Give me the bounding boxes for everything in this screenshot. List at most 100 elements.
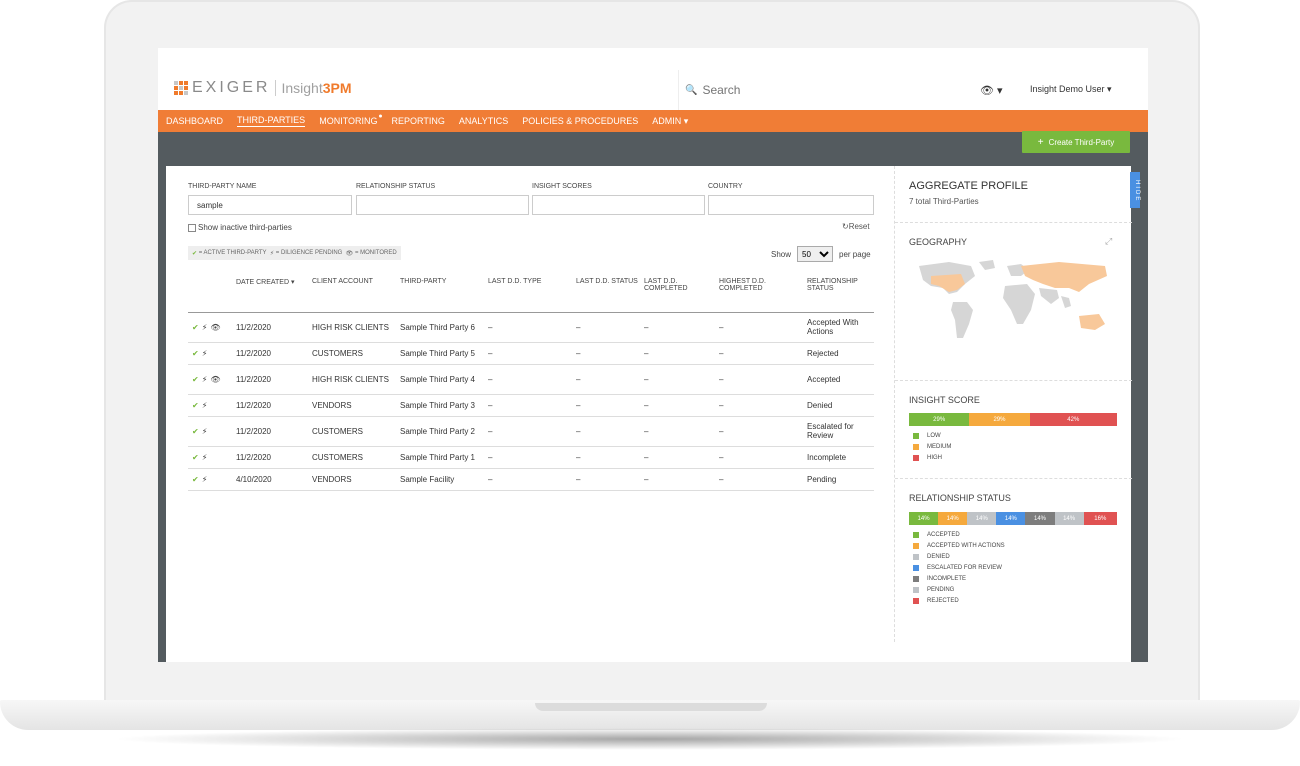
cell-third-party[interactable]: Sample Facility bbox=[400, 468, 488, 491]
header-client-account[interactable]: CLIENT ACCOUNT bbox=[312, 272, 400, 313]
check-circle-icon: ✔ bbox=[192, 374, 199, 384]
cell-third-party[interactable]: Sample Third Party 2 bbox=[400, 416, 488, 447]
nav-reporting[interactable]: REPORTING bbox=[392, 116, 445, 126]
hide-panel-tab[interactable]: HIDE bbox=[1130, 172, 1140, 208]
legend-monitored: = MONITORED bbox=[354, 250, 397, 256]
cell-third-party[interactable]: Sample Third Party 5 bbox=[400, 342, 488, 365]
plus-icon: + bbox=[1037, 136, 1044, 148]
bolt-icon: ⚡︎ bbox=[201, 400, 208, 410]
refresh-icon: ↻ bbox=[842, 222, 849, 231]
cell-highest: – bbox=[719, 312, 807, 343]
status-segment-incomplete[interactable]: 14% bbox=[1025, 512, 1055, 525]
create-third-party-button[interactable]: + Create Third-Party bbox=[1022, 131, 1130, 153]
status-segment-accepted-actions[interactable]: 14% bbox=[938, 512, 968, 525]
cell-dd-completed: – bbox=[644, 394, 719, 417]
cell-status: Accepted With Actions bbox=[807, 312, 874, 343]
cell-date: 11/2/2020 bbox=[236, 394, 312, 417]
table-row[interactable]: ✔ ⚡︎ 👁 11/2/2020 HIGH RISK CLIENTS Sample … bbox=[188, 312, 874, 343]
cell-third-party[interactable]: Sample Third Party 4 bbox=[400, 364, 488, 395]
header-icons bbox=[188, 272, 236, 313]
relationship-status-bar: 14% 14% 14% 14% 14% 14% 16% bbox=[909, 512, 1117, 525]
aggregate-profile-panel: AGGREGATE PROFILE 7 total Third-Parties … bbox=[894, 166, 1140, 642]
nav-admin[interactable]: ADMIN ▾ bbox=[652, 116, 688, 127]
table-row[interactable]: ✔ ⚡︎ 👁 11/2/2020 HIGH RISK CLIENTS Sample … bbox=[188, 364, 874, 395]
status-segment-rejected[interactable]: 16% bbox=[1083, 512, 1117, 525]
swatch bbox=[913, 454, 919, 461]
cell-dd-type: – bbox=[488, 394, 576, 417]
nav-dashboard[interactable]: DASHBOARD bbox=[166, 116, 223, 126]
reset-button[interactable]: ↻Reset bbox=[842, 222, 870, 231]
insight-legend: LOW MEDIUM HIGH bbox=[913, 430, 951, 463]
header-relationship-status[interactable]: RELATIONSHIP STATUS bbox=[807, 272, 874, 313]
nav-policies[interactable]: POLICIES & PROCEDURES bbox=[522, 116, 638, 126]
app-screen: EXIGER Insight3PM 🔍 👁 ▾ Insight Demo Use… bbox=[158, 48, 1148, 662]
legend-item: LOW bbox=[913, 430, 951, 441]
search-input[interactable] bbox=[702, 83, 943, 97]
search-box: 🔍 bbox=[678, 70, 958, 110]
status-filter-input[interactable] bbox=[356, 195, 529, 215]
table-header-row: DATE CREATED ▾ CLIENT ACCOUNT THIRD-PART… bbox=[188, 272, 874, 313]
table-row[interactable]: ✔ ⚡︎ 11/2/2020 CUSTOMERS Sample Third Par… bbox=[188, 416, 874, 447]
cell-dd-completed: – bbox=[644, 446, 719, 469]
cell-dd-status: – bbox=[576, 416, 644, 447]
table-row[interactable]: ✔ ⚡︎ 11/2/2020 CUSTOMERS Sample Third Par… bbox=[188, 342, 874, 365]
world-map[interactable] bbox=[909, 258, 1117, 348]
header-last-dd-completed[interactable]: LAST D.D. COMPLETED bbox=[644, 272, 719, 313]
insight-segment-high[interactable]: 42% bbox=[1029, 413, 1117, 426]
cell-dd-type: – bbox=[488, 446, 576, 469]
cell-third-party[interactable]: Sample Third Party 6 bbox=[400, 312, 488, 343]
nav-monitoring[interactable]: MONITORING ● bbox=[319, 113, 382, 126]
swatch bbox=[913, 575, 919, 582]
caret-down-icon: ▾ bbox=[997, 85, 1003, 97]
nav-third-parties[interactable]: THIRD-PARTIES bbox=[237, 115, 306, 127]
swatch bbox=[913, 564, 919, 571]
row-icons: ✔ ⚡︎ bbox=[188, 468, 236, 491]
header-last-dd-status[interactable]: LAST D.D. STATUS bbox=[576, 272, 644, 313]
cell-dd-completed: – bbox=[644, 342, 719, 365]
insight-segment-medium[interactable]: 29% bbox=[969, 413, 1030, 426]
cell-account: HIGH RISK CLIENTS bbox=[312, 364, 400, 395]
per-page-select[interactable]: 50 bbox=[797, 246, 834, 262]
header-date-created[interactable]: DATE CREATED ▾ bbox=[236, 272, 312, 313]
cell-dd-status: – bbox=[576, 364, 644, 395]
header-third-party[interactable]: THIRD-PARTY bbox=[400, 272, 488, 313]
insight-segment-low[interactable]: 29% bbox=[909, 413, 970, 426]
swatch bbox=[913, 553, 919, 560]
cell-status: Denied bbox=[807, 394, 874, 417]
expand-icon[interactable]: ⤢ bbox=[1105, 236, 1112, 247]
row-icons: ✔ ⚡︎ bbox=[188, 394, 236, 417]
nav-analytics[interactable]: ANALYTICS bbox=[459, 116, 508, 126]
legend-item: INCOMPLETE bbox=[913, 573, 1005, 584]
view-mode-dropdown[interactable]: 👁 ▾ bbox=[980, 84, 1003, 97]
checkbox[interactable] bbox=[188, 223, 196, 232]
search-icon: 🔍 bbox=[685, 84, 698, 96]
sort-desc-icon: ▾ bbox=[290, 279, 295, 286]
user-menu[interactable]: Insight Demo User ▾ bbox=[1030, 84, 1112, 95]
status-segment-denied[interactable]: 14% bbox=[967, 512, 997, 525]
cell-dd-status: – bbox=[576, 394, 644, 417]
top-bar: EXIGER Insight3PM 🔍 👁 ▾ Insight Demo Use… bbox=[158, 48, 1148, 110]
cell-third-party[interactable]: Sample Third Party 3 bbox=[400, 394, 488, 417]
table-row[interactable]: ✔ ⚡︎ 11/2/2020 CUSTOMERS Sample Third Par… bbox=[188, 446, 874, 469]
header-highest-dd-completed[interactable]: HIGHEST D.D. COMPLETED bbox=[719, 272, 807, 313]
status-segment-escalated[interactable]: 14% bbox=[996, 512, 1026, 525]
bolt-icon: ⚡︎ bbox=[201, 426, 208, 436]
cell-date: 4/10/2020 bbox=[236, 468, 312, 491]
status-segment-pending[interactable]: 14% bbox=[1054, 512, 1084, 525]
per-page-label: per page bbox=[839, 249, 871, 259]
show-inactive-toggle[interactable]: Show inactive third-parties bbox=[188, 223, 292, 232]
cell-third-party[interactable]: Sample Third Party 1 bbox=[400, 446, 488, 469]
section-divider bbox=[895, 222, 1132, 223]
header-last-dd-type[interactable]: LAST D.D. TYPE bbox=[488, 272, 576, 313]
table-row[interactable]: ✔ ⚡︎ 4/10/2020 VENDORS Sample Facility – … bbox=[188, 468, 874, 491]
legend-item: MEDIUM bbox=[913, 441, 951, 452]
scores-filter-input[interactable] bbox=[532, 195, 705, 215]
name-filter-input[interactable] bbox=[188, 195, 352, 215]
table-row[interactable]: ✔ ⚡︎ 11/2/2020 VENDORS Sample Third Party… bbox=[188, 394, 874, 417]
cell-dd-completed: – bbox=[644, 468, 719, 491]
status-segment-accepted[interactable]: 14% bbox=[909, 512, 939, 525]
cell-highest: – bbox=[719, 342, 807, 365]
brand-logo[interactable]: EXIGER Insight 3PM bbox=[174, 79, 352, 97]
country-filter-input[interactable] bbox=[708, 195, 874, 215]
legend-item: REJECTED bbox=[913, 595, 1005, 606]
